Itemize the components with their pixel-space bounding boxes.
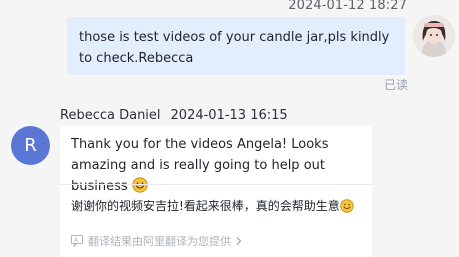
smiley-emoji-icon — [340, 199, 354, 213]
smiley-emoji-icon — [132, 177, 148, 193]
sender-name: Rebecca Daniel — [60, 108, 161, 123]
translation-note: 翻译结果由阿里翻译为您提供 — [88, 235, 231, 248]
incoming-timestamp: 2024-01-13 16:15 — [170, 108, 288, 123]
profile-photo-icon — [413, 15, 455, 57]
translated-message: 谢谢你的视频安吉拉!看起来很棒，真的会帮助生意 — [71, 197, 354, 214]
translated-message-text: 谢谢你的视频安吉拉!看起来很棒，真的会帮助生意 — [71, 199, 340, 213]
outgoing-timestamp: 2024-01-12 18:27 — [288, 0, 407, 13]
read-status: 已读 — [384, 78, 409, 92]
translation-provider-link[interactable]: A 翻译结果由阿里翻译为您提供 — [71, 233, 243, 249]
incoming-header: Rebecca Daniel 2024-01-13 16:15 — [60, 108, 288, 123]
sender-avatar[interactable]: R — [11, 126, 50, 165]
translation-divider — [60, 184, 372, 185]
incoming-message: Thank you for the videos Angela! Looks a… — [71, 134, 366, 197]
my-avatar[interactable] — [413, 15, 455, 57]
outgoing-message-bubble[interactable]: those is test videos of your candle jar,… — [67, 17, 405, 75]
svg-text:A: A — [74, 237, 79, 244]
translate-icon: A — [71, 235, 83, 247]
incoming-message-text: Thank you for the videos Angela! Looks a… — [71, 137, 329, 194]
outgoing-message-text: those is test videos of your candle jar,… — [79, 30, 390, 66]
chevron-right-icon — [236, 237, 242, 245]
incoming-message-bubble[interactable]: Thank you for the videos Angela! Looks a… — [60, 126, 372, 257]
